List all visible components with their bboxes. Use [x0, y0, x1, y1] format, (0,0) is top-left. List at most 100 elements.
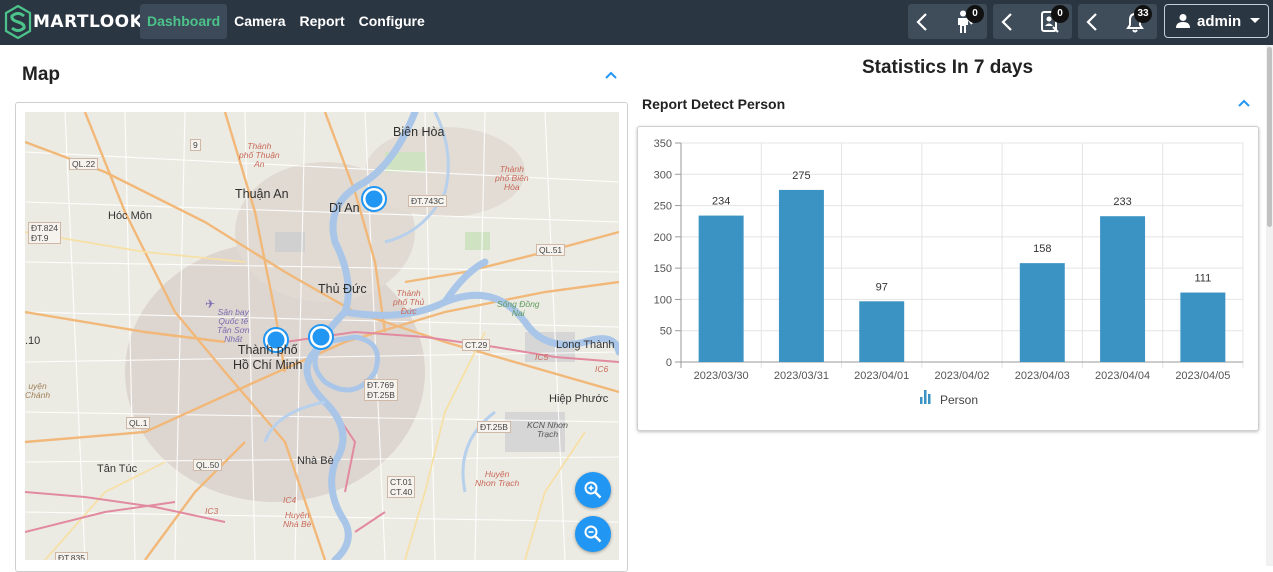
map-label: IC5 — [535, 352, 549, 362]
report-collapse-chevron-icon[interactable] — [1237, 98, 1251, 108]
map-label: uyện Chánh — [25, 381, 51, 400]
data-label: 233 — [1113, 196, 1131, 208]
id-alert-count: 0 — [1051, 5, 1069, 23]
x-tick-label: 2023/04/02 — [934, 370, 989, 382]
report-title: Report Detect Person — [642, 96, 786, 112]
nav-dashboard[interactable]: Dashboard — [140, 4, 228, 39]
nav-configure[interactable]: Configure — [352, 4, 432, 39]
map-view[interactable]: ✈ Biên Hòa QL.22 9 Thuận An Dĩ An ĐT.743… — [25, 112, 619, 560]
chevron-left-icon[interactable] — [1000, 12, 1014, 32]
zoom-out-icon — [584, 525, 602, 543]
map-label: IC6 — [595, 364, 609, 374]
smartlook-logo[interactable]: MARTLOOK — [4, 4, 143, 40]
map-label: .10 — [25, 335, 41, 347]
map-tiles: ✈ — [25, 112, 619, 560]
id-alert-group[interactable]: 0 — [993, 4, 1072, 39]
data-label: 111 — [1194, 273, 1211, 285]
zoom-in-icon — [584, 481, 602, 499]
user-icon — [1176, 14, 1190, 28]
map-label: Sông Đồng Nai — [497, 299, 540, 318]
nav-report[interactable]: Report — [293, 4, 352, 39]
x-tick-label: 2023/04/01 — [854, 370, 909, 382]
map-label: IC3 — [205, 506, 219, 516]
map-road-tag: QL.51 — [536, 244, 566, 256]
map-card: ✈ Biên Hòa QL.22 9 Thuận An Dĩ An ĐT.743… — [15, 102, 628, 572]
chart-card: 0 50 100 150 200 250 300 350 234 2023/03/30 275 202… — [637, 126, 1259, 431]
map-label: Long Thành — [556, 339, 615, 351]
stats-title: Statistics In 7 days — [861, 57, 1034, 78]
x-tick-label: 2023/03/30 — [694, 370, 749, 382]
y-tick-label: 50 — [660, 326, 672, 338]
map-road-tag: 9 — [190, 139, 201, 151]
bar-2023-04-03 — [1019, 263, 1065, 362]
bar-2023-03-30 — [698, 215, 744, 362]
map-label: Hiệp Phước — [549, 393, 609, 405]
y-tick-label: 200 — [654, 232, 672, 244]
main-nav: Dashboard Camera Report Configure — [140, 4, 432, 39]
data-label: 234 — [712, 196, 730, 208]
x-tick-label: 2023/04/04 — [1095, 370, 1150, 382]
x-tick-label: 2023/04/03 — [1015, 370, 1070, 382]
logo-s-mark — [4, 5, 32, 39]
logo-text-end: LOOK — [89, 12, 144, 32]
map-label: Thành phố Thủ Đức — [393, 288, 425, 316]
map-label: Huyện Nhà Bè — [283, 510, 312, 529]
svg-text:✈: ✈ — [205, 297, 215, 311]
map-label: Thuận An — [235, 187, 289, 201]
y-tick-label: 100 — [654, 294, 672, 306]
logo-text: MARTLOOK — [33, 12, 143, 32]
map-collapse-chevron-icon[interactable] — [604, 70, 618, 80]
map-label: Biên Hòa — [393, 125, 445, 139]
map-road-tag: ĐT.25B — [477, 421, 511, 433]
logo-text-mid: MART — [33, 12, 89, 32]
y-tick-label: 0 — [666, 357, 672, 369]
map-label: KCN Nhơn Trạch — [527, 420, 569, 439]
legend-bar-2 — [924, 390, 927, 404]
data-label: 97 — [876, 281, 888, 293]
map-label: Thành phố Hồ Chí Minh — [233, 343, 303, 372]
map-label: Thủ Đức — [318, 282, 367, 296]
map-label: Thành phố Biên Hòa — [495, 164, 529, 192]
location-marker[interactable] — [308, 324, 334, 350]
zoom-out-button[interactable] — [575, 516, 611, 552]
zoom-in-button[interactable] — [575, 472, 611, 508]
legend-label: Person — [940, 393, 978, 407]
map-road-tag: ĐT.769 ĐT.25B — [364, 379, 398, 401]
chevron-left-icon[interactable] — [1085, 12, 1099, 32]
map-road-tag: QL.22 — [69, 158, 99, 170]
chevron-left-icon[interactable] — [915, 12, 929, 32]
map-label: Nhà Bè — [297, 455, 334, 467]
y-tick-label: 300 — [654, 169, 672, 181]
map-label: Thành phố Thuận An — [239, 141, 280, 169]
map-road-tag: ĐT.835 — [55, 552, 88, 560]
map-road-tag: ĐT.743C — [408, 195, 448, 207]
map-label: Sân bay Quốc tế Tân Sơn Nhất — [217, 307, 250, 344]
map-label: Hóc Môn — [108, 210, 153, 222]
bar-2023-04-01 — [859, 301, 905, 362]
map-title: Map — [22, 64, 60, 85]
top-navbar: MARTLOOK Dashboard Camera Report Configu… — [0, 0, 1273, 45]
location-marker[interactable] — [361, 186, 387, 212]
nav-camera[interactable]: Camera — [227, 4, 292, 39]
bell-alert-group[interactable]: 33 — [1078, 4, 1157, 39]
map-road-tag: ĐT.824 ĐT.9 — [28, 222, 61, 244]
y-tick-label: 150 — [654, 263, 672, 275]
user-name: admin — [1197, 12, 1242, 30]
map-road-tag: QL.50 — [193, 459, 223, 471]
data-label: 275 — [792, 170, 810, 182]
map-road-tag: CT.29 — [462, 339, 491, 351]
x-tick-label: 2023/04/05 — [1175, 370, 1230, 382]
scrollbar-thumb[interactable] — [1267, 47, 1272, 227]
y-tick-label: 250 — [654, 201, 672, 213]
map-label: Dĩ An — [329, 201, 360, 215]
person-alert-count: 0 — [966, 5, 984, 23]
bar-chart: 0 50 100 150 200 250 300 350 234 2023/03/30 275 202… — [654, 138, 1244, 407]
person-alert-group[interactable]: 0 — [908, 4, 987, 39]
map-road-tag: QL.1 — [126, 417, 151, 429]
user-menu-button[interactable]: admin — [1164, 4, 1269, 38]
map-road-tag: CT.01 CT.40 — [387, 476, 416, 498]
data-label: 158 — [1033, 243, 1051, 255]
map-label: Huyện Nhơn Trạch — [475, 469, 520, 488]
legend-bar-1 — [920, 397, 923, 404]
caret-down-icon — [1250, 18, 1261, 23]
